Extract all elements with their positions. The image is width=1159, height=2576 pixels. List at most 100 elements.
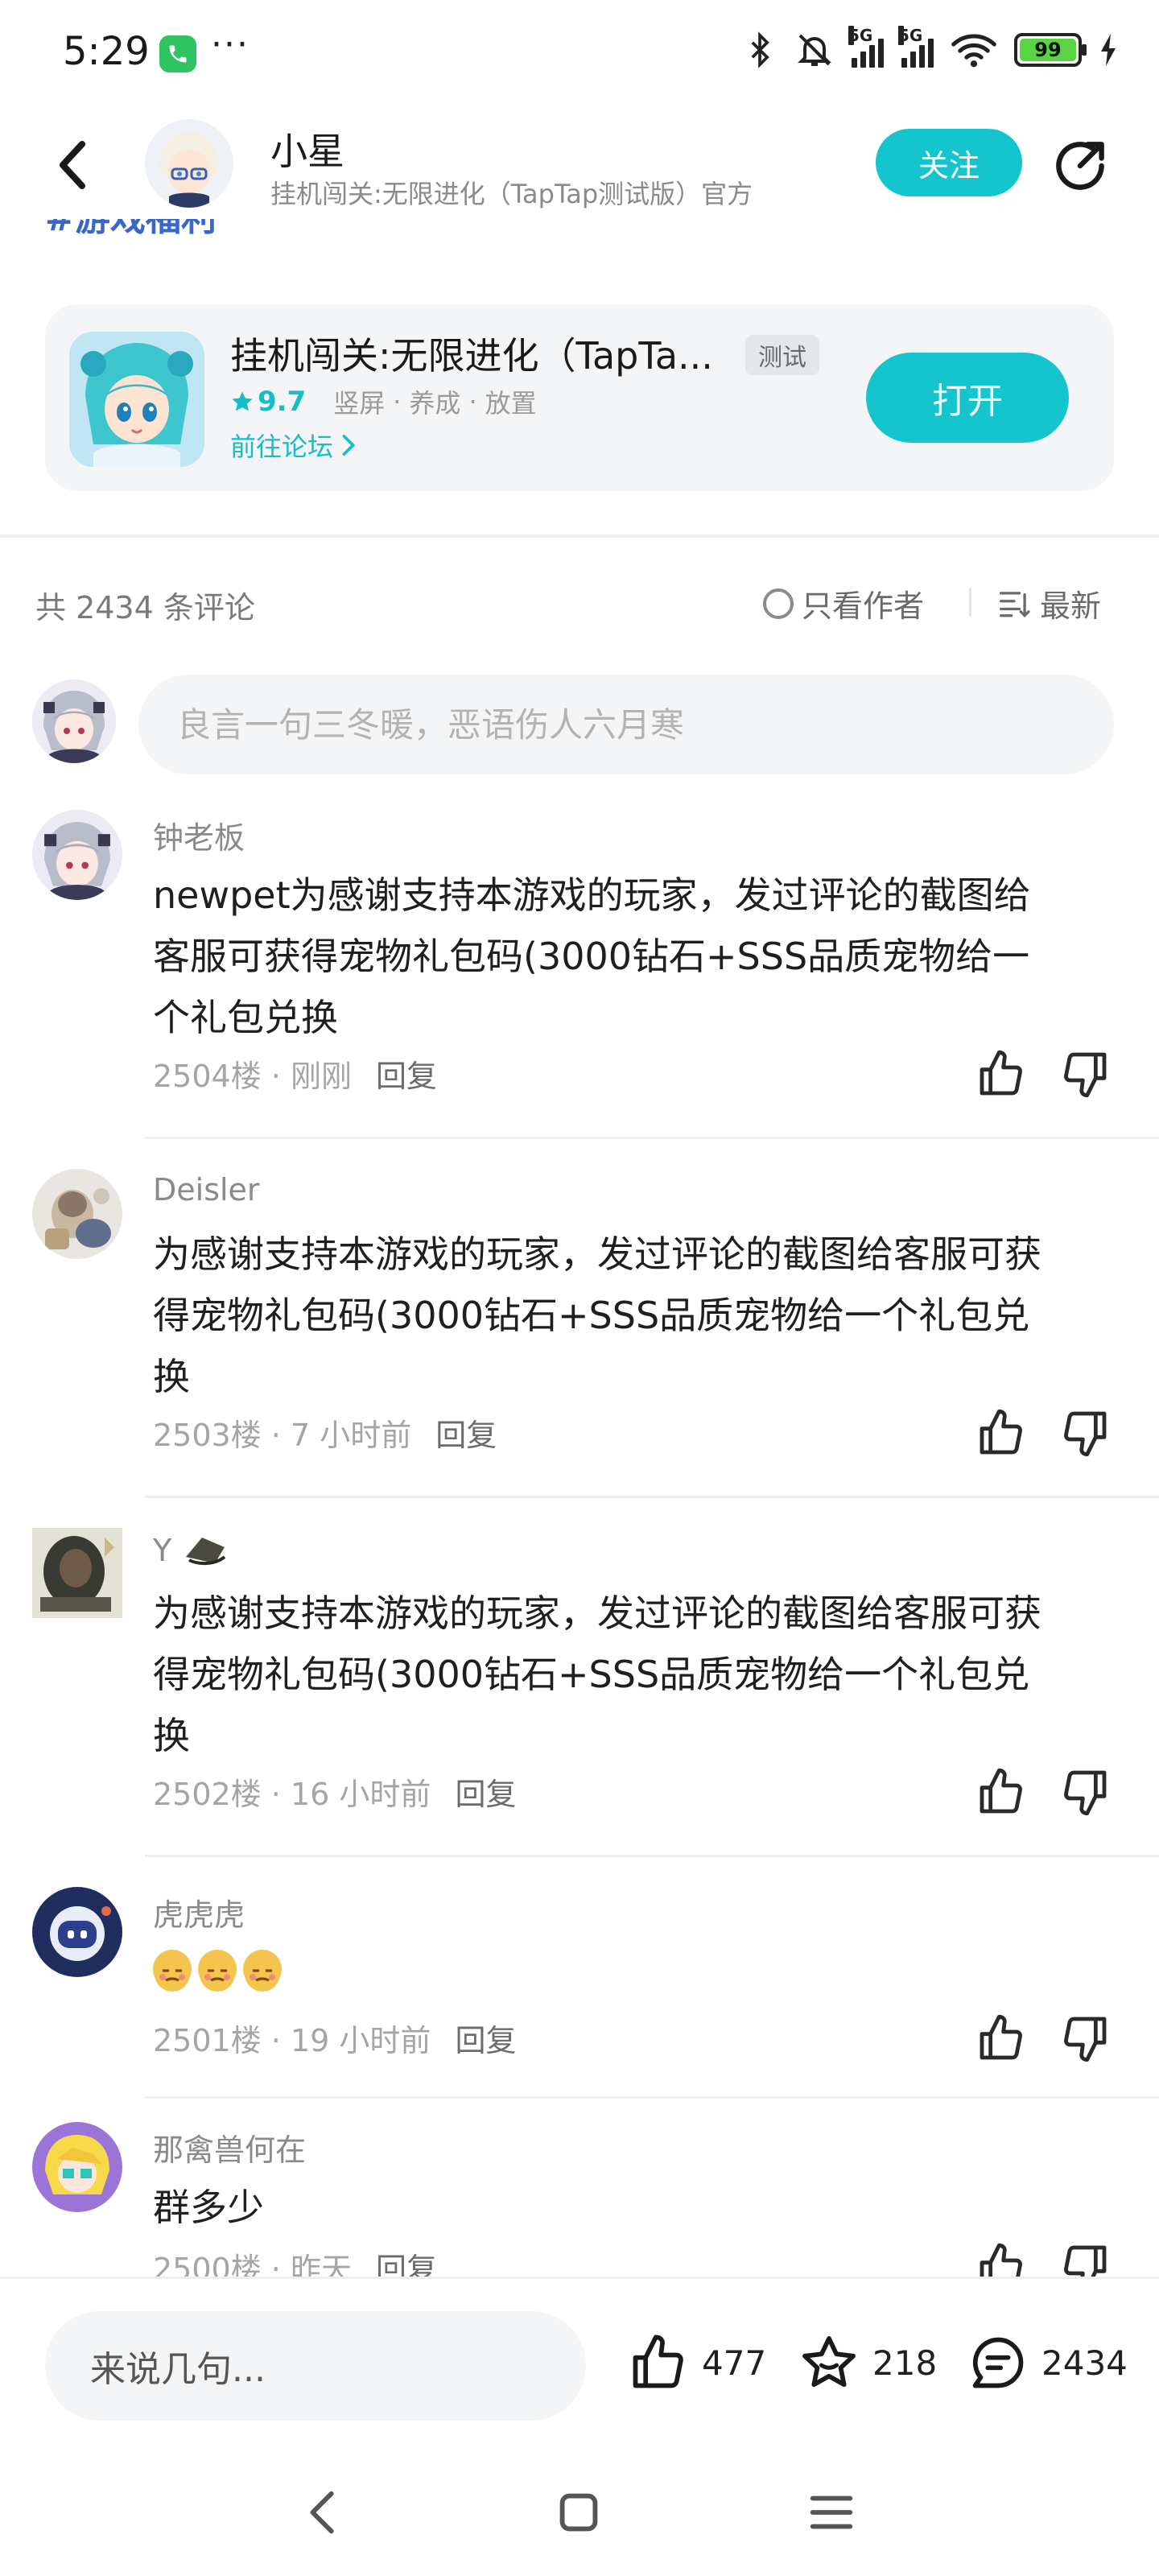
post-content-clipped: #游戏福利 [45, 219, 217, 251]
bluetooth-icon [751, 31, 769, 68]
sort-button[interactable]: 最新 [998, 581, 1101, 625]
nav-menu-button[interactable] [803, 2484, 860, 2541]
smirk-emoji-icon [198, 1950, 237, 1992]
commenter-avatar[interactable] [32, 2122, 122, 2212]
thumbs-up-icon [980, 2243, 1022, 2277]
nav-home-button[interactable] [551, 2484, 607, 2541]
comments-count: 共 2434 条评论 [35, 590, 255, 625]
nav-back-button[interactable] [296, 2484, 353, 2541]
comment-item: Deisler 为感谢支持本游戏的玩家，发过评论的截图给客服可获 得宠物礼包码(… [0, 1169, 1159, 1499]
commenter-name[interactable]: 那禽兽何在 [153, 2125, 306, 2169]
back-button[interactable] [48, 137, 97, 193]
thumbs-up-icon [980, 1768, 1022, 1814]
author-name[interactable]: 小星 [270, 122, 344, 175]
phone-call-icon [159, 35, 196, 72]
dislike-button[interactable] [1059, 2013, 1111, 2064]
commenter-avatar[interactable] [32, 810, 122, 900]
thumbs-down-icon [1064, 2017, 1107, 2062]
chevron-left-icon [310, 2491, 334, 2534]
game-card[interactable]: 挂机闯关:无限进化（TapTa... 测试 9.7 竖屏 · 养成 · 放置 前… [45, 304, 1114, 491]
tag-separator: · [468, 386, 477, 417]
commenter-avatar[interactable] [32, 1169, 122, 1259]
thumbs-up-icon [980, 1409, 1022, 1455]
comment-post-button[interactable]: 2434 [967, 2332, 1128, 2393]
game-tag: 放置 [485, 388, 537, 419]
like-button[interactable] [975, 2241, 1027, 2277]
commenter-name[interactable]: Deisler [153, 1172, 260, 1208]
share-button[interactable] [1050, 135, 1111, 196]
share-icon [1056, 142, 1104, 190]
dislike-button[interactable] [1059, 1407, 1111, 1459]
charging-icon [1101, 34, 1116, 66]
author-subtitle: 挂机闯关:无限进化（TapTap测试版）官方 [270, 179, 753, 209]
dislike-button[interactable] [1059, 1048, 1111, 1100]
chevron-right-icon [342, 434, 356, 456]
comment-meta: 2504楼 · 刚刚 回复 [153, 1051, 437, 1096]
reply-button[interactable]: 回复 [455, 2023, 516, 2058]
forum-link[interactable]: 前往论坛 [230, 427, 356, 464]
comment-divider [145, 1496, 1159, 1498]
chevron-left-icon [60, 141, 85, 189]
status-bar: 5:29 ··· 5G 5G 99 [0, 0, 1159, 105]
thumbs-down-icon [1064, 2245, 1107, 2277]
dislike-button[interactable] [1059, 2241, 1111, 2277]
reply-button[interactable]: 回复 [455, 1777, 516, 1812]
reply-button[interactable]: 回复 [435, 1418, 497, 1453]
signal-icon: 5G [848, 26, 884, 68]
bell-muted-icon [798, 34, 831, 66]
commenter-name[interactable]: Y [153, 1531, 228, 1570]
comment-count: 2434 [1041, 2343, 1128, 2383]
section-divider [0, 535, 1159, 538]
chat-bubble-icon [972, 2337, 1024, 2388]
thumbs-down-icon [1064, 1052, 1107, 1098]
commenter-avatar[interactable] [32, 1887, 122, 1977]
comment-floor: 2501楼 · 19 小时前 [153, 2023, 431, 2058]
game-tag: 养成 [409, 388, 461, 419]
favorite-post-button[interactable]: 218 [798, 2332, 937, 2393]
square-icon [559, 2493, 598, 2532]
comment-floor: 2504楼 · 刚刚 [153, 1059, 352, 1094]
comment-divider [145, 2096, 1159, 2099]
comment-meta: 2502楼 · 16 小时前 回复 [153, 1769, 517, 1814]
comment-input[interactable] [138, 675, 1114, 774]
author-only-toggle[interactable]: 只看作者 [763, 581, 924, 625]
comment-text [153, 1950, 1111, 1992]
smirk-emoji-icon [243, 1950, 282, 1992]
thumbs-up-icon [980, 2014, 1022, 2060]
like-button[interactable] [975, 2013, 1027, 2064]
comment-meta: 2501楼 · 19 小时前 回复 [153, 2016, 517, 2060]
my-avatar [32, 679, 116, 763]
comment-meta: 2503楼 · 7 小时前 回复 [153, 1410, 497, 1455]
emoji-row [153, 1950, 1111, 1992]
comment-divider [145, 1855, 1159, 1857]
write-comment-input[interactable]: 来说几句... [45, 2311, 586, 2421]
battery-level: 99 [1020, 39, 1076, 61]
commenter-avatar[interactable] [32, 1528, 122, 1618]
open-game-button[interactable]: 打开 [866, 353, 1069, 443]
star-icon [802, 2336, 856, 2388]
like-button[interactable] [975, 1048, 1027, 1100]
game-title[interactable]: 挂机闯关:无限进化（TapTa... [230, 327, 713, 380]
bottom-action-bar: 来说几句... 477 218 2434 [0, 2277, 1159, 2438]
comment-text: 群多少 [153, 2186, 264, 2229]
tag-separator: · [393, 386, 402, 417]
like-post-button[interactable]: 477 [628, 2332, 766, 2393]
commenter-name[interactable]: 钟老板 [153, 813, 245, 857]
thumbs-down-icon [1064, 1770, 1107, 1816]
reply-button[interactable]: 回复 [376, 1059, 437, 1094]
reply-button[interactable]: 回复 [376, 2252, 437, 2277]
follow-button[interactable]: 关注 [876, 129, 1022, 196]
game-rating: 9.7 [230, 386, 306, 418]
like-button[interactable] [975, 1407, 1027, 1459]
radio-icon[interactable] [763, 588, 794, 619]
author-avatar[interactable] [145, 119, 233, 208]
dislike-button[interactable] [1059, 1766, 1111, 1818]
like-button[interactable] [975, 1766, 1027, 1818]
smirk-emoji-icon [153, 1950, 192, 1992]
comment-meta: 2500楼 · 昨天 回复 [153, 2244, 437, 2277]
game-icon[interactable] [69, 332, 204, 467]
commenter-name[interactable]: 虎虎虎 [153, 1890, 245, 1934]
comment-text: 为感谢支持本游戏的玩家，发过评论的截图给客服可获 得宠物礼包码(3000钻石+S… [153, 1232, 1041, 1398]
comment-item: Y 为感谢支持本游戏的玩家，发过评论的截图给客服可获 得宠物礼包码(3000钻石… [0, 1528, 1159, 1858]
game-meta: 9.7 竖屏 · 养成 · 放置 [230, 383, 537, 420]
